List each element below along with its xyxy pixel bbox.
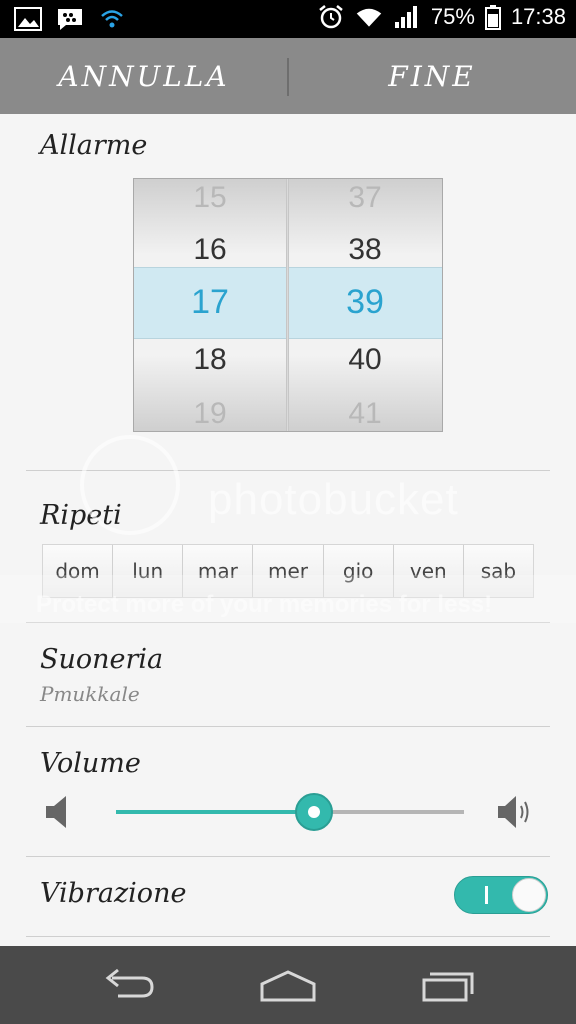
action-bar: ANNULLA FINE (0, 38, 576, 114)
divider (26, 856, 550, 857)
day-button-lun[interactable]: lun (113, 545, 184, 597)
wifi-signal-icon (356, 8, 382, 27)
minute-wheel[interactable]: 37 38 39 40 41 (289, 179, 441, 431)
volume-slider[interactable] (116, 793, 464, 831)
volume-title: Volume (40, 748, 141, 779)
day-button-sab[interactable]: sab (463, 545, 533, 597)
vibration-title: Vibrazione (40, 878, 187, 909)
minute-selected[interactable]: 39 (289, 283, 441, 322)
day-selector: dom lun mar mer gio ven sab (42, 544, 534, 598)
hour-option[interactable]: 18 (134, 343, 286, 377)
hour-wheel[interactable]: 15 16 17 18 19 (134, 179, 286, 431)
back-icon[interactable] (98, 966, 158, 1006)
volume-high-icon (498, 796, 529, 828)
done-button[interactable]: FINE (288, 38, 576, 114)
alarm-title: Allarme (40, 130, 148, 161)
vibration-toggle[interactable] (454, 876, 548, 914)
cancel-button[interactable]: ANNULLA (0, 38, 288, 114)
day-button-dom[interactable]: dom (43, 545, 114, 597)
volume-slider-fill (116, 810, 314, 814)
hour-selected[interactable]: 17 (134, 283, 286, 322)
recent-apps-icon[interactable] (418, 966, 478, 1006)
repeat-title: Ripeti (40, 500, 122, 531)
gallery-icon (14, 7, 42, 31)
hour-option[interactable]: 15 (134, 181, 286, 215)
toggle-knob (512, 878, 546, 912)
status-bar: 75% 17:38 (0, 0, 576, 38)
time-picker[interactable]: 15 16 17 18 19 37 38 39 40 41 (133, 178, 443, 432)
day-button-ven[interactable]: ven (393, 545, 464, 597)
day-button-mer[interactable]: mer (253, 545, 324, 597)
action-bar-divider (287, 58, 289, 96)
alarm-settings: Allarme 15 16 17 18 19 37 38 39 40 41 Ri… (0, 114, 576, 946)
wifi-icon (101, 10, 123, 28)
battery-percentage: 75% (430, 4, 475, 29)
day-button-gio[interactable]: gio (323, 545, 394, 597)
cell-signal-icon (394, 6, 417, 28)
divider (26, 470, 550, 471)
day-button-mar[interactable]: mar (183, 545, 254, 597)
hour-option[interactable]: 19 (134, 397, 286, 431)
volume-slider-thumb[interactable] (295, 793, 333, 831)
minute-option[interactable]: 38 (289, 233, 441, 267)
divider (26, 936, 550, 937)
bbm-icon (58, 9, 82, 30)
toggle-on-mark (485, 886, 488, 904)
battery-icon (484, 5, 501, 30)
volume-low-icon (46, 796, 66, 828)
minute-option[interactable]: 37 (289, 181, 441, 215)
ringtone-value: Pmukkale (40, 682, 140, 706)
home-icon[interactable] (258, 966, 318, 1006)
alarm-icon (319, 5, 343, 29)
divider (26, 726, 550, 727)
hour-option[interactable]: 16 (134, 233, 286, 267)
navigation-bar (0, 946, 576, 1024)
clock: 17:38 (510, 4, 566, 29)
minute-option[interactable]: 41 (289, 397, 441, 431)
ringtone-title: Suoneria (40, 644, 164, 675)
divider (26, 622, 550, 623)
minute-option[interactable]: 40 (289, 343, 441, 377)
